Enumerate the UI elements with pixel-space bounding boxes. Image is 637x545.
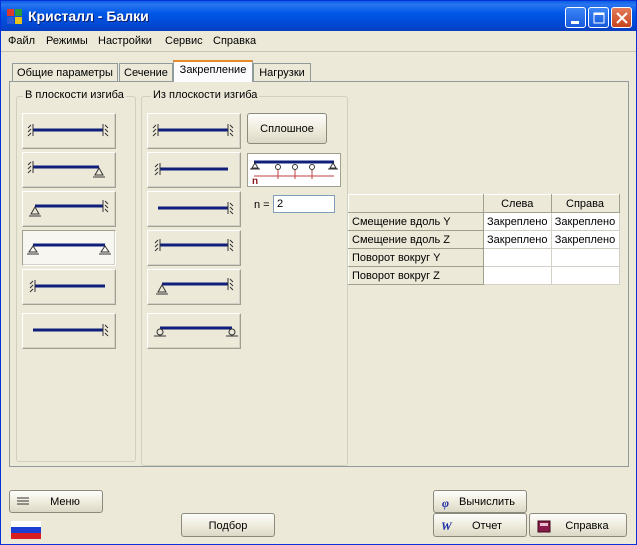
restraints-table: Слева Справа Смещение вдоль Y Закреплено… xyxy=(348,194,620,285)
table-cell[interactable] xyxy=(550,266,620,285)
tab-general[interactable]: Общие параметры xyxy=(12,63,118,82)
fixed-roller-beam-icon xyxy=(27,161,105,178)
free-fixed-beam-icon xyxy=(33,324,109,337)
calculate-button[interactable]: φ Вычислить xyxy=(433,490,527,513)
out-plane-fixed-fixed-2-button[interactable] xyxy=(147,230,241,266)
report-button-label: Отчет xyxy=(471,520,503,532)
table-cell[interactable]: Закреплено xyxy=(550,230,620,249)
russian-flag-icon xyxy=(11,521,41,539)
menu-help[interactable]: Справка xyxy=(213,35,256,47)
table-cell[interactable]: Закреплено xyxy=(483,230,552,249)
in-plane-fixed-pinned-button[interactable] xyxy=(22,152,116,188)
row-label: Смещение вдоль Y xyxy=(348,212,484,231)
menu-button[interactable]: Меню xyxy=(9,490,103,513)
help-button[interactable]: Справка xyxy=(529,513,627,537)
intermediate-supports-image[interactable]: n xyxy=(247,153,341,187)
n-label: n = xyxy=(254,199,270,211)
window-title: Кристалл - Балки xyxy=(28,8,149,24)
tab-restraints-label: Закрепление xyxy=(179,64,247,76)
out-plane-fixed-fixed-button[interactable] xyxy=(147,113,241,149)
tab-loads-label: Нагрузки xyxy=(259,67,305,79)
close-button[interactable] xyxy=(611,7,632,28)
fixed-fixed-beam-icon xyxy=(154,239,234,252)
menu-bar: Файл Режимы Настройки Сервис Справка xyxy=(1,31,636,52)
intermediate-supports-beam-icon: n xyxy=(250,160,338,187)
table-header-row: Слева Справа xyxy=(348,194,620,213)
tab-restraints[interactable]: Закрепление xyxy=(173,60,253,82)
report-button[interactable]: W Отчет xyxy=(433,513,527,537)
table-cell[interactable]: Закреплено xyxy=(550,212,620,231)
fixed-fixed-beam-icon xyxy=(27,124,109,137)
pinned-roller-beam-icon xyxy=(27,243,111,255)
table-cell[interactable]: Закреплено xyxy=(483,212,552,231)
in-plane-group: В плоскости изгиба xyxy=(16,89,136,462)
pinned-fixed-beam-icon xyxy=(29,200,109,217)
free-fixed-beam-icon xyxy=(158,202,234,215)
table-header-corner xyxy=(348,194,484,213)
continuous-button[interactable]: Сплошное xyxy=(247,113,327,144)
tab-general-label: Общие параметры xyxy=(17,67,113,79)
out-plane-group-title: Из плоскости изгиба xyxy=(151,89,260,101)
table-row: Смещение вдоль Y Закреплено Закреплено xyxy=(348,212,620,231)
out-plane-fixed-free-button[interactable] xyxy=(147,152,241,188)
row-label: Поворот вокруг Y xyxy=(348,248,484,267)
n-input[interactable] xyxy=(273,195,335,213)
out-plane-free-fixed-button[interactable] xyxy=(147,191,241,227)
table-header-left: Слева xyxy=(483,194,552,213)
tab-loads[interactable]: Нагрузки xyxy=(253,63,311,82)
table-row: Поворот вокруг Y xyxy=(348,248,620,267)
in-plane-fixed-fixed-button[interactable] xyxy=(22,113,116,149)
calculate-button-label: Вычислить xyxy=(459,496,515,508)
table-cell[interactable] xyxy=(550,248,620,267)
menu-settings[interactable]: Настройки xyxy=(98,35,152,47)
title-bar[interactable]: Кристалл - Балки xyxy=(1,1,636,31)
out-plane-pinned-fixed-button[interactable] xyxy=(147,269,241,305)
select-button[interactable]: Подбор xyxy=(181,513,275,537)
table-header-right: Справа xyxy=(550,194,620,213)
svg-text:n: n xyxy=(252,176,258,186)
table-cell[interactable] xyxy=(483,266,552,285)
in-plane-free-fixed-button[interactable] xyxy=(22,313,116,349)
menu-modes[interactable]: Режимы xyxy=(46,35,88,47)
help-button-label: Справка xyxy=(565,520,609,532)
tab-section[interactable]: Сечение xyxy=(119,63,173,82)
minimize-button[interactable] xyxy=(565,7,586,28)
pinned-roller-beam-icon xyxy=(154,326,238,337)
app-window: Кристалл - Балки Файл Режимы Настройки С… xyxy=(0,0,637,545)
tab-section-label: Сечение xyxy=(124,67,168,79)
row-label: Поворот вокруг Z xyxy=(348,266,484,285)
in-plane-fixed-free-button[interactable] xyxy=(22,269,116,305)
menu-file[interactable]: Файл xyxy=(8,35,35,47)
fixed-free-beam-icon xyxy=(29,280,105,293)
table-row: Смещение вдоль Z Закреплено Закреплено xyxy=(348,230,620,249)
row-label: Смещение вдоль Z xyxy=(348,230,484,249)
out-plane-group: Из плоскости изгиба Сплошное n n = 2 xyxy=(141,89,348,466)
in-plane-pinned-roller-button[interactable] xyxy=(22,230,116,266)
menu-service[interactable]: Сервис xyxy=(165,35,203,47)
app-icon xyxy=(7,9,23,25)
menu-button-label: Меню xyxy=(50,496,80,508)
table-row: Поворот вокруг Z xyxy=(348,266,620,285)
table-cell[interactable] xyxy=(483,248,552,267)
in-plane-group-title: В плоскости изгиба xyxy=(23,89,126,101)
pinned-fixed-beam-icon xyxy=(156,278,234,295)
maximize-button[interactable] xyxy=(588,7,609,28)
fixed-fixed-beam-icon xyxy=(152,124,234,137)
select-button-label: Подбор xyxy=(208,520,248,532)
in-plane-pinned-fixed-button[interactable] xyxy=(22,191,116,227)
continuous-button-label: Сплошное xyxy=(260,123,314,135)
fixed-free-beam-icon xyxy=(154,163,228,176)
out-plane-pinned-roller-button[interactable] xyxy=(147,313,241,349)
